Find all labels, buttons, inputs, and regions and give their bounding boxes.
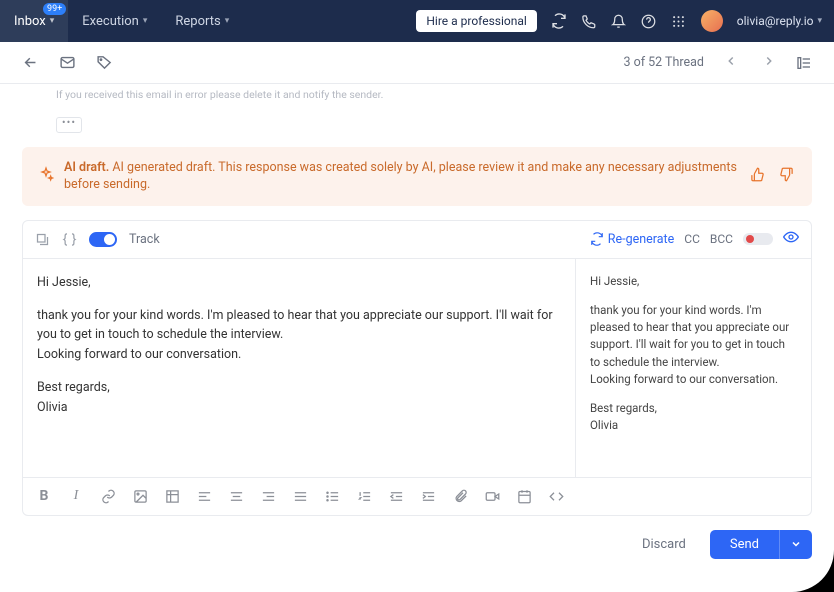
composer-footer: Discard Send [22,530,812,559]
calendar-button[interactable] [515,487,533,505]
braces-icon[interactable] [62,232,77,247]
chevron-down-icon: ▾ [225,16,230,26]
link-button[interactable] [99,487,117,505]
cc-button[interactable]: CC [684,232,700,246]
code-button[interactable] [547,487,565,505]
quoted-text-line: If you received this email in error plea… [56,88,812,103]
apps-grid-icon[interactable] [671,13,687,29]
next-thread-button[interactable] [758,50,780,76]
preview-pane: Hi Jessie, thank you for your kind words… [575,259,811,477]
nav-reports-label: Reports [175,14,220,29]
thread-position: 3 of 52 Thread [623,55,704,70]
preview-body: thank you for your kind words. I'm pleas… [590,302,797,388]
ai-banner-text: AI draft. AI generated draft. This respo… [64,159,738,194]
ai-banner-title: AI draft. [64,160,109,175]
align-center-button[interactable] [227,487,245,505]
nav-execution[interactable]: Execution ▾ [68,0,161,42]
track-toggle[interactable] [89,232,117,247]
expand-quoted-button[interactable]: ••• [56,117,82,133]
send-button-group: Send [710,530,812,559]
discard-button[interactable]: Discard [632,531,696,558]
nav-reports[interactable]: Reports ▾ [161,0,243,42]
nav-execution-label: Execution [82,14,139,29]
app-window: Inbox ▾ 99+ Execution ▾ Reports ▾ Hire a… [0,0,834,592]
editor-body: thank you for your kind words. I'm pleas… [37,306,561,364]
thumbs-down-button[interactable] [777,165,796,188]
back-arrow-icon[interactable] [22,54,39,71]
preview-greeting: Hi Jessie, [590,273,797,290]
user-email-label: olivia@reply.io [737,14,814,28]
help-icon[interactable] [641,13,657,29]
table-button[interactable] [163,487,181,505]
hire-professional-button[interactable]: Hire a professional [416,10,536,32]
ai-banner-body: AI generated draft. This response was cr… [64,160,737,193]
nav-inbox[interactable]: Inbox ▾ 99+ [0,0,68,42]
content-area: If you received this email in error plea… [0,88,834,579]
align-right-button[interactable] [259,487,277,505]
outdent-button[interactable] [387,487,405,505]
send-button[interactable]: Send [710,530,779,559]
italic-button[interactable]: I [67,487,85,505]
thumbs-up-button[interactable] [748,165,767,188]
refresh-icon[interactable] [551,13,567,29]
panel-toggle-icon[interactable] [796,55,812,71]
ai-sparkle-icon [38,166,54,186]
format-toolbar: B I [23,477,811,515]
align-left-button[interactable] [195,487,213,505]
popout-icon[interactable] [35,232,50,247]
phone-icon[interactable] [581,13,597,29]
recipient-chip[interactable] [743,233,773,245]
preview-signature: Best regards, Olivia [590,400,797,435]
chevron-down-icon: ▾ [143,16,148,26]
regenerate-label: Re-generate [608,232,674,247]
video-button[interactable] [483,487,501,505]
top-nav: Inbox ▾ 99+ Execution ▾ Reports ▾ Hire a… [0,0,834,42]
track-label: Track [129,232,160,247]
ai-draft-banner: AI draft. AI generated draft. This respo… [22,147,812,206]
bcc-button[interactable]: BCC [710,232,733,246]
send-dropdown-button[interactable] [779,530,812,559]
bell-icon[interactable] [611,13,627,29]
chevron-down-icon: ▾ [817,16,822,26]
editor-greeting: Hi Jessie, [37,273,561,292]
composer: Track Re-generate CC BCC Hi Jessie, [22,220,812,516]
image-button[interactable] [131,487,149,505]
composer-header: Track Re-generate CC BCC [23,221,811,259]
tag-icon[interactable] [96,54,113,71]
bullet-list-button[interactable] [323,487,341,505]
align-justify-button[interactable] [291,487,309,505]
thread-toolbar: 3 of 52 Thread [0,42,834,84]
avatar[interactable] [701,10,723,32]
envelope-icon[interactable] [59,54,76,71]
composer-body: Hi Jessie, thank you for your kind words… [23,259,811,477]
editor-pane[interactable]: Hi Jessie, thank you for your kind words… [23,259,575,477]
user-menu[interactable]: olivia@reply.io ▾ [737,14,822,28]
inbox-badge: 99+ [43,3,66,15]
eye-icon[interactable] [783,229,799,249]
chevron-down-icon: ▾ [50,16,55,26]
indent-button[interactable] [419,487,437,505]
nav-inbox-label: Inbox [14,14,46,29]
regenerate-button[interactable]: Re-generate [590,232,674,247]
bold-button[interactable]: B [35,487,53,505]
prev-thread-button[interactable] [720,50,742,76]
attachment-button[interactable] [451,487,469,505]
editor-signature: Best regards, Olivia [37,378,561,417]
numbered-list-button[interactable] [355,487,373,505]
